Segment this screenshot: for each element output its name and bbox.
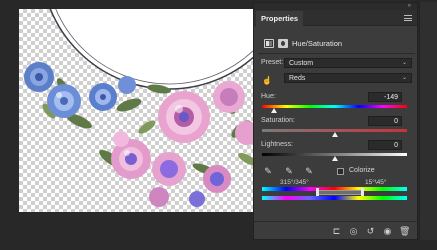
saturation-label: Saturation: xyxy=(261,117,295,124)
visibility-eye-icon[interactable]: ◉ xyxy=(382,226,393,236)
adjustment-layer-icon[interactable] xyxy=(264,39,274,48)
hue-label: Hue: xyxy=(261,93,276,100)
panel-menu-icon[interactable] xyxy=(404,15,412,21)
divider xyxy=(258,53,415,54)
panel-tab-bar: Properties xyxy=(254,10,417,26)
channel-dropdown[interactable]: Reds ⌄ xyxy=(284,73,412,83)
trash-icon[interactable]: 🗑 xyxy=(399,226,410,236)
collapse-arrows-icon[interactable]: » xyxy=(408,3,412,9)
eyedropper-plus-icon[interactable]: ✎ xyxy=(284,166,294,176)
chevron-down-icon: ⌄ xyxy=(401,60,407,66)
view-previous-state-icon[interactable]: ◎ xyxy=(348,226,359,236)
panel-header-strip: » xyxy=(254,3,417,10)
properties-panel: » Properties Hue/Saturation Preset: Cust… xyxy=(253,2,419,240)
document-canvas[interactable] xyxy=(19,9,253,212)
panel-bottom-toolbar: ⊏ ◎ ↺ ◉ 🗑 xyxy=(254,221,419,239)
chevron-down-icon: ⌄ xyxy=(401,75,407,81)
eyedropper-minus-icon[interactable]: ✎ xyxy=(304,166,314,176)
range-left-label: 315°/345° xyxy=(280,179,309,186)
preset-dropdown[interactable]: Custom ⌄ xyxy=(284,58,412,68)
preset-value: Custom xyxy=(289,60,314,67)
lightness-slider-thumb[interactable] xyxy=(331,156,338,161)
lightness-input[interactable]: 0 xyxy=(368,140,402,150)
flower-wreath-artwork xyxy=(24,9,253,207)
output-spectrum-bar xyxy=(262,196,407,200)
colorize-label: Colorize xyxy=(349,167,375,174)
saturation-input[interactable]: 0 xyxy=(368,116,402,126)
hue-slider-thumb[interactable] xyxy=(271,108,278,113)
channel-value: Reds xyxy=(289,75,306,82)
range-selector[interactable] xyxy=(316,190,364,195)
eyedropper-icon[interactable]: ✎ xyxy=(263,166,273,176)
layer-mask-icon[interactable] xyxy=(278,39,288,48)
lightness-label: Lightness: xyxy=(261,141,293,148)
colorize-checkbox[interactable] xyxy=(337,168,344,175)
hue-slider-track[interactable] xyxy=(262,105,407,108)
adjustment-header: Hue/Saturation xyxy=(254,36,419,52)
hue-input[interactable]: -149 xyxy=(368,92,402,102)
range-right-label: 15°\45° xyxy=(365,179,387,186)
tab-properties[interactable]: Properties xyxy=(256,11,304,26)
preset-label: Preset: xyxy=(261,59,284,66)
right-dock-strip xyxy=(419,2,437,240)
targeted-adjustment-hand-icon[interactable]: ☝ xyxy=(262,76,272,85)
range-handle-left[interactable] xyxy=(316,188,319,196)
adjustment-title: Hue/Saturation xyxy=(292,39,343,48)
range-handle-right[interactable] xyxy=(361,188,364,196)
clip-to-layer-icon[interactable]: ⊏ xyxy=(331,226,342,236)
reset-icon[interactable]: ↺ xyxy=(365,226,376,236)
saturation-slider-thumb[interactable] xyxy=(331,132,338,137)
